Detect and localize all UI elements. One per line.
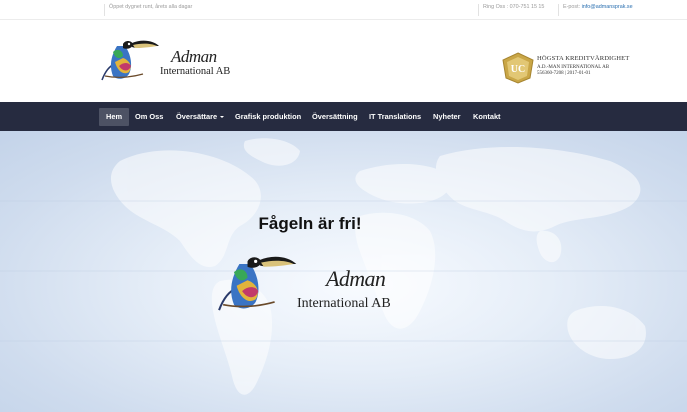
nav-item-hem[interactable]: Hem: [99, 108, 130, 126]
phone-text: Ring Oss : 070-751 15 15: [478, 4, 544, 16]
badge-id: 556360-7208 | 2017-01-01: [537, 71, 591, 76]
nav-label: Hem: [106, 112, 123, 121]
uc-shield-icon: UC: [502, 52, 534, 84]
caret-down-icon: [220, 116, 225, 119]
nav-label: Översättare: [176, 112, 218, 121]
badge-company: A.D.-MAN INTERNATIONAL AB: [537, 65, 610, 70]
nav-label: IT Translations: [369, 112, 422, 121]
nav-item-oversattare[interactable]: Översättare: [169, 108, 231, 126]
nav-item-oversattning[interactable]: Översättning: [305, 108, 365, 126]
hero-logo-text-international: International AB: [297, 296, 391, 311]
logo-text-international[interactable]: International AB: [160, 66, 230, 77]
email-label: E-post:: [563, 4, 581, 10]
hero-banner: Fågeln är fri! Adman International AB: [0, 131, 687, 412]
main-nav: Hem Om Oss Översättare Grafisk produktio…: [0, 102, 687, 131]
nav-label: Grafisk produktion: [235, 112, 302, 121]
nav-label: Nyheter: [433, 112, 461, 121]
hero-logo-text-adman: Adman: [326, 266, 386, 291]
nav-item-nyheter[interactable]: Nyheter: [426, 108, 468, 126]
logo-text-adman[interactable]: Adman: [171, 47, 217, 67]
opening-hours-text: Öppet dygnet runt, årets alla dagar: [104, 4, 192, 16]
hero-title: Fågeln är fri!: [258, 214, 362, 233]
badge-letters: UC: [511, 64, 525, 75]
nav-item-om-oss[interactable]: Om Oss: [128, 108, 170, 126]
nav-label: Översättning: [312, 112, 358, 121]
nav-item-kontakt[interactable]: Kontakt: [466, 108, 508, 126]
email-link[interactable]: info@admansprak.se: [582, 4, 633, 10]
toucan-bird-icon[interactable]: [99, 36, 161, 84]
nav-label: Om Oss: [135, 112, 164, 121]
nav-item-it-translations[interactable]: IT Translations: [362, 108, 428, 126]
nav-label: Kontakt: [473, 112, 501, 121]
nav-item-grafisk-produktion[interactable]: Grafisk produktion: [228, 108, 308, 126]
badge-title: HÖGSTA KREDITVÄRDIGHET: [537, 55, 630, 62]
site-header: Adman International AB UC HÖGSTA KREDITV…: [0, 20, 687, 102]
email-info: E-post: info@admansprak.se: [558, 4, 633, 16]
top-info-bar: Öppet dygnet runt, årets alla dagar Ring…: [0, 0, 687, 20]
toucan-bird-icon: [218, 256, 297, 311]
